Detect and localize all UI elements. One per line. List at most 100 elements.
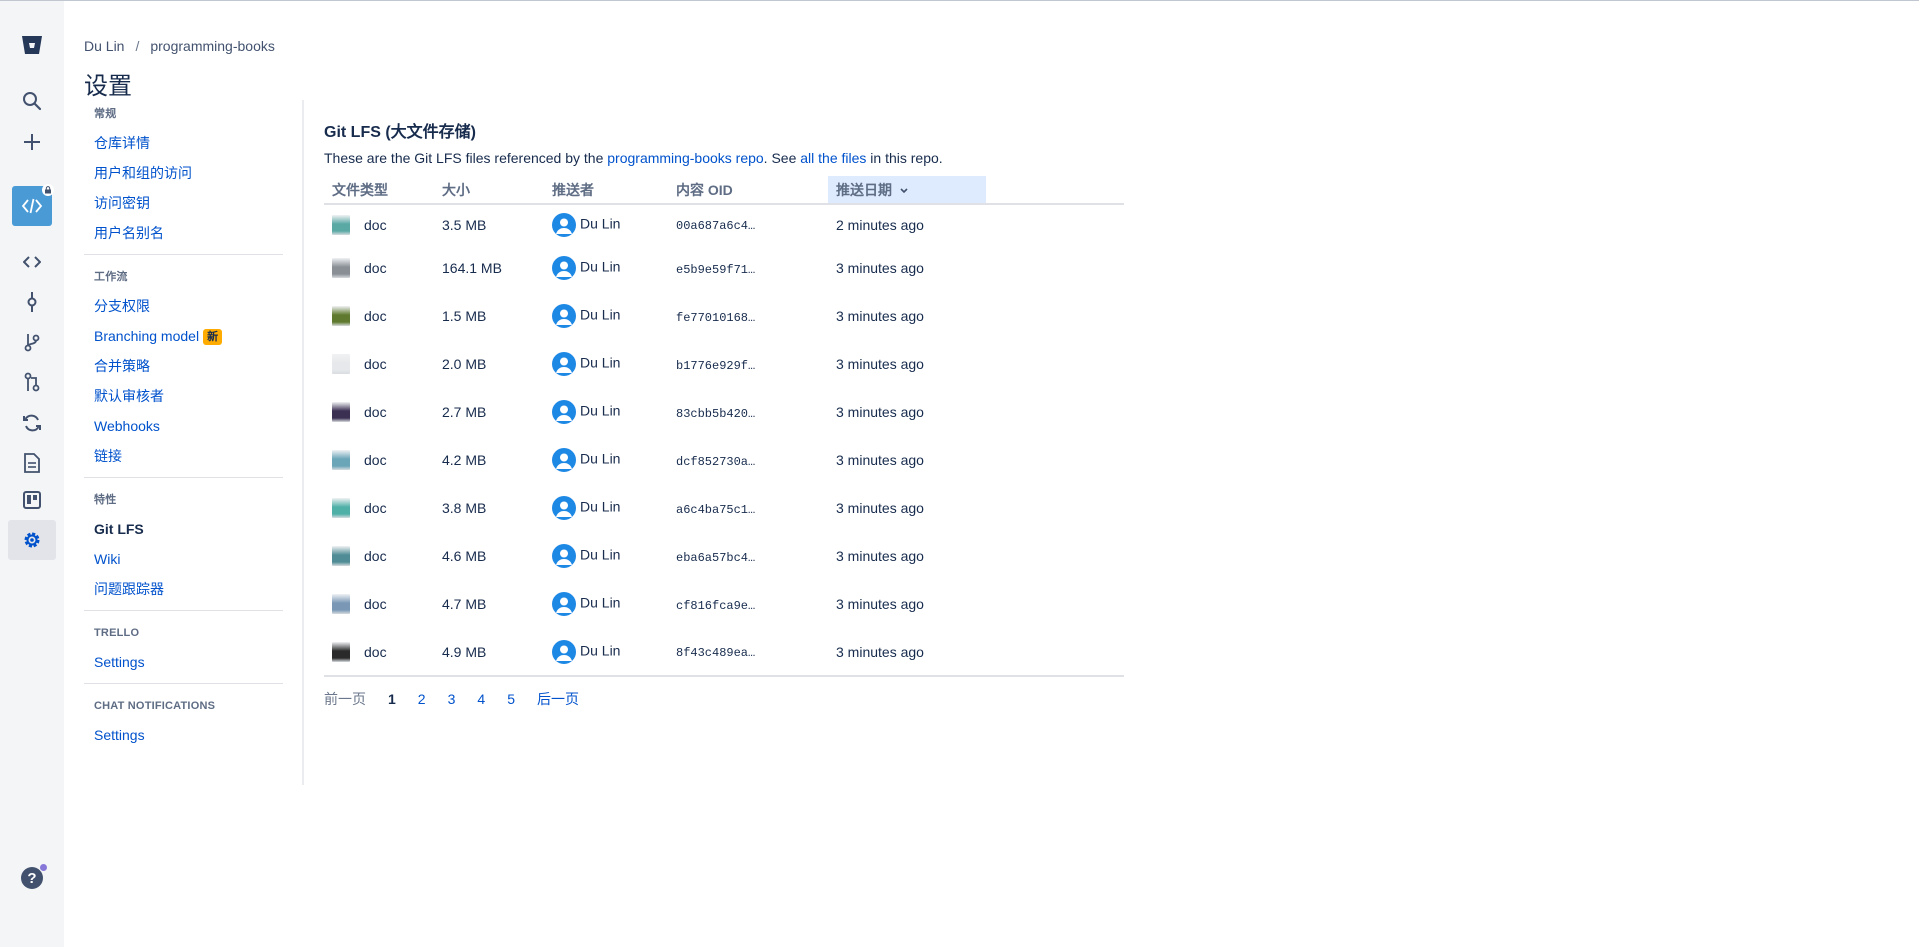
sidebar-item-repo-details[interactable]: 仓库详情: [94, 128, 274, 158]
sidebar-separator: [302, 100, 304, 785]
pusher-name[interactable]: Du Lin: [580, 499, 620, 515]
file-thumbnail[interactable]: [332, 594, 350, 614]
file-thumbnail[interactable]: [332, 546, 350, 566]
sidebar-item-git-lfs[interactable]: Git LFS: [94, 514, 274, 544]
pagination-page[interactable]: 2: [418, 691, 426, 707]
pagination-page[interactable]: 4: [477, 691, 485, 707]
desc-text: These are the Git LFS files referenced b…: [324, 150, 608, 166]
pusher-name[interactable]: Du Lin: [580, 642, 620, 658]
cell-file-type: doc: [324, 244, 434, 292]
pagination-page[interactable]: 5: [507, 691, 515, 707]
cell-file-type: doc: [324, 532, 434, 580]
avatar[interactable]: [552, 304, 576, 328]
branches-icon[interactable]: [12, 322, 52, 362]
pagination-prev: 前一页: [324, 691, 366, 707]
table-footer-row: [324, 675, 1124, 678]
global-sidebar: ?: [0, 1, 64, 947]
sidebar-item-branch-permissions[interactable]: 分支权限: [94, 291, 274, 321]
cell-spacer: [986, 244, 1124, 292]
sidebar-section-trello: TRELLO Settings: [84, 619, 284, 677]
content-oid: cf816fca9e…: [676, 598, 756, 613]
pusher-name[interactable]: Du Lin: [580, 215, 620, 231]
desc-text: . See: [763, 150, 801, 166]
cell-pusher: Du Lin: [544, 436, 668, 484]
sidebar-item-username-aliases[interactable]: 用户名别名: [94, 218, 274, 248]
avatar[interactable]: [552, 544, 576, 568]
help-icon[interactable]: ?: [21, 864, 47, 889]
pusher-name[interactable]: Du Lin: [580, 307, 620, 323]
breadcrumb-owner[interactable]: Du Lin: [84, 38, 124, 54]
avatar[interactable]: [552, 256, 576, 280]
cell-content-oid: eba6a57bc4…: [668, 532, 828, 580]
pusher-name[interactable]: Du Lin: [580, 259, 620, 275]
cell-size: 4.6 MB: [442, 548, 487, 564]
pusher-name[interactable]: Du Lin: [580, 547, 620, 563]
breadcrumb-repo[interactable]: programming-books: [150, 38, 275, 54]
pusher-name[interactable]: Du Lin: [580, 355, 620, 371]
avatar[interactable]: [552, 400, 576, 424]
sidebar-item-trello-settings[interactable]: Settings: [94, 647, 274, 677]
all-files-link[interactable]: all the files: [800, 150, 866, 166]
sidebar-item-links[interactable]: 链接: [94, 441, 274, 471]
avatar[interactable]: [552, 212, 576, 237]
file-type-label: doc: [364, 260, 387, 276]
pagination-next[interactable]: 后一页: [537, 689, 579, 709]
cell-push-date: 2 minutes ago: [836, 216, 924, 233]
file-thumbnail[interactable]: [332, 354, 350, 374]
table-header-row: 文件类型 大小 推送者 内容 OID 推送日期: [324, 176, 1124, 205]
pusher-name[interactable]: Du Lin: [580, 595, 620, 611]
sidebar-item-wiki[interactable]: Wiki: [94, 544, 274, 574]
sidebar-item-chat-settings[interactable]: Settings: [94, 720, 274, 750]
avatar[interactable]: [552, 496, 576, 520]
cell-content-oid: 8f43c489ea…: [668, 628, 828, 676]
pusher-name[interactable]: Du Lin: [580, 403, 620, 419]
sidebar-item-webhooks[interactable]: Webhooks: [94, 411, 274, 441]
sidebar-item-access-keys[interactable]: 访问密钥: [94, 188, 274, 218]
bitbucket-logo-icon[interactable]: [12, 25, 52, 65]
sidebar-item-issue-tracker[interactable]: 问题跟踪器: [94, 574, 274, 604]
cell-pusher: Du Lin: [544, 204, 668, 244]
settings-icon[interactable]: [12, 520, 52, 560]
sidebar-item-merge-strategies[interactable]: 合并策略: [94, 351, 274, 381]
pusher-name[interactable]: Du Lin: [580, 451, 620, 467]
pipelines-icon[interactable]: [12, 403, 52, 443]
column-header-file-type[interactable]: 文件类型: [324, 176, 434, 205]
trello-board-icon[interactable]: [12, 480, 52, 520]
column-header-size[interactable]: 大小: [434, 176, 544, 205]
top-border: [0, 0, 1919, 1]
table-row: doc 2.7 MB Du Lin 83cbb5b420… 3 minutes ago: [324, 388, 1124, 436]
avatar[interactable]: [552, 639, 576, 664]
repo-avatar[interactable]: [12, 184, 54, 226]
column-header-push-date[interactable]: 推送日期: [828, 176, 986, 205]
file-thumbnail[interactable]: [332, 402, 350, 422]
file-thumbnail[interactable]: [332, 214, 350, 235]
column-header-pusher[interactable]: 推送者: [544, 176, 668, 205]
sidebar-item-branching-model[interactable]: Branching model 新: [94, 321, 274, 351]
commits-icon[interactable]: [12, 282, 52, 322]
search-icon[interactable]: [12, 81, 52, 121]
wiki-icon[interactable]: [12, 443, 52, 483]
sidebar-item-user-group-access[interactable]: 用户和组的访问: [94, 158, 274, 188]
cell-pusher: Du Lin: [544, 532, 668, 580]
avatar[interactable]: [552, 448, 576, 472]
file-thumbnail[interactable]: [332, 498, 350, 518]
cell-size: 2.0 MB: [442, 356, 487, 372]
file-thumbnail[interactable]: [332, 450, 350, 470]
file-thumbnail[interactable]: [332, 306, 350, 326]
avatar[interactable]: [552, 352, 576, 376]
file-thumbnail[interactable]: [332, 258, 350, 278]
sidebar-item-default-reviewers[interactable]: 默认审核者: [94, 381, 274, 411]
sidebar-divider: [84, 477, 283, 478]
pull-requests-icon[interactable]: [12, 362, 52, 402]
cell-size: 2.7 MB: [442, 404, 487, 420]
sidebar-divider: [84, 610, 283, 611]
file-thumbnail[interactable]: [332, 641, 350, 662]
column-header-content-oid[interactable]: 内容 OID: [668, 176, 828, 205]
create-icon[interactable]: [12, 122, 52, 162]
avatar[interactable]: [552, 592, 576, 616]
pagination-page[interactable]: 3: [448, 691, 456, 707]
cell-pusher: Du Lin: [544, 244, 668, 292]
sidebar-section-general: 常规 仓库详情 用户和组的访问 访问密钥 用户名别名: [84, 100, 284, 248]
repo-link[interactable]: programming-books repo: [607, 150, 763, 166]
source-icon[interactable]: [12, 242, 52, 282]
